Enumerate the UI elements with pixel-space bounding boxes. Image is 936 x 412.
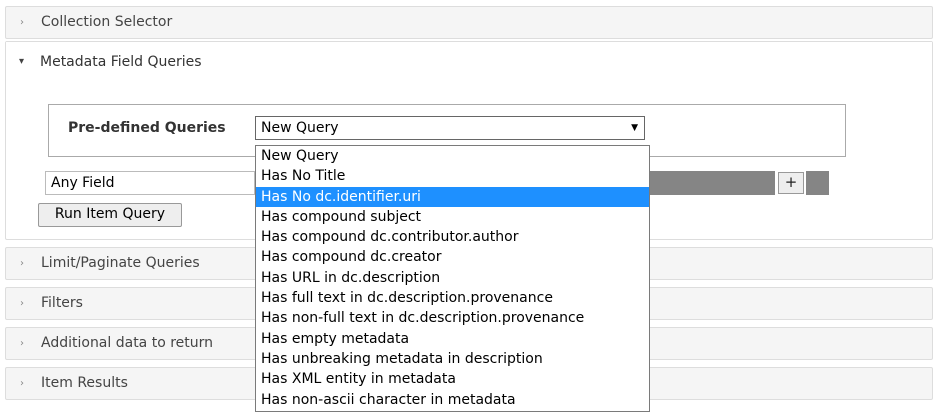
- caret-right-icon: ›: [20, 338, 24, 349]
- dropdown-option[interactable]: Has URL in dc.description: [256, 268, 649, 288]
- dropdown-option[interactable]: Has compound dc.contributor.author: [256, 227, 649, 247]
- metadata-field-queries-header[interactable]: ▾ Metadata Field Queries: [6, 42, 932, 82]
- dropdown-option[interactable]: Has compound subject: [256, 207, 649, 227]
- predefined-queries-label: Pre-defined Queries: [68, 120, 226, 136]
- dropdown-option[interactable]: Has non-ascii character in metadata: [256, 390, 649, 410]
- dropdown-option[interactable]: Has No Title: [256, 166, 649, 186]
- limit-paginate-label: Limit/Paginate Queries: [41, 255, 200, 271]
- query-value-extra[interactable]: [806, 171, 829, 195]
- predefined-query-value: New Query: [261, 120, 339, 136]
- dropdown-option[interactable]: Has No dc.identifier.uri: [256, 186, 649, 207]
- dropdown-option[interactable]: Has unbreaking metadata in description: [256, 349, 649, 369]
- metadata-field-queries-label: Metadata Field Queries: [40, 54, 202, 70]
- dropdown-option[interactable]: Has full text in dc.description.provenan…: [256, 288, 649, 308]
- run-item-query-button[interactable]: Run Item Query: [38, 203, 182, 227]
- add-query-button[interactable]: +: [778, 172, 804, 194]
- dropdown-option[interactable]: New Query: [256, 146, 649, 166]
- predefined-query-dropdown[interactable]: New Query Has No Title Has No dc.identif…: [255, 145, 650, 412]
- dropdown-option[interactable]: Has compound dc.creator: [256, 247, 649, 267]
- caret-right-icon: ›: [20, 378, 24, 389]
- dropdown-option[interactable]: Has non-full text in dc.description.prov…: [256, 308, 649, 328]
- item-results-label: Item Results: [41, 375, 128, 391]
- query-value-input[interactable]: [650, 171, 775, 195]
- dropdown-option[interactable]: Has XML entity in metadata: [256, 369, 649, 389]
- additional-data-label: Additional data to return: [41, 335, 214, 351]
- caret-right-icon: ›: [20, 258, 24, 269]
- dropdown-option[interactable]: Has empty metadata: [256, 329, 649, 349]
- field-select[interactable]: Any Field: [45, 171, 255, 195]
- collection-selector-label: Collection Selector: [41, 14, 173, 30]
- predefined-query-select[interactable]: New Query ▼: [255, 116, 645, 140]
- caret-right-icon: ›: [20, 17, 24, 28]
- dropdown-arrow-icon: ▼: [631, 123, 638, 133]
- caret-right-icon: ›: [20, 298, 24, 309]
- caret-down-icon: ▾: [19, 56, 25, 67]
- collection-selector-header[interactable]: › Collection Selector: [5, 6, 933, 39]
- field-select-value: Any Field: [51, 175, 115, 191]
- filters-label: Filters: [41, 295, 83, 311]
